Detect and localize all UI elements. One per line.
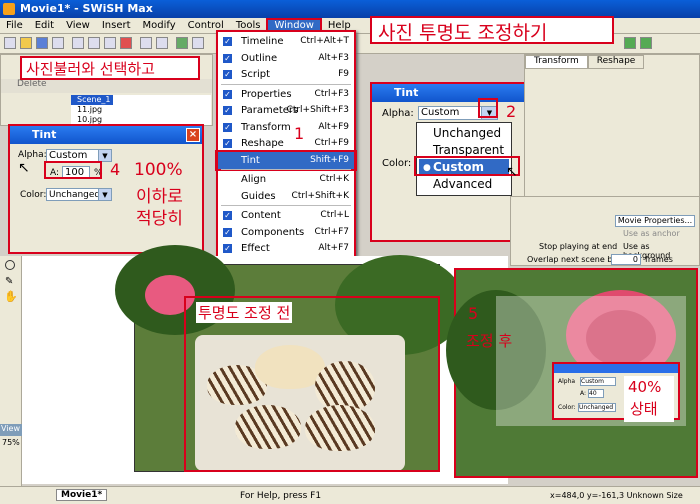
cut-icon[interactable] [72, 37, 84, 49]
tint-small-color-value: Unchanged [49, 190, 101, 200]
tint-large-alpha-value: Custom [421, 107, 460, 118]
print-icon[interactable] [52, 37, 64, 49]
custom-option-highlight [414, 156, 520, 176]
app-icon [3, 3, 15, 15]
tint-large-title: Tint [394, 86, 419, 99]
undo-icon[interactable] [140, 37, 152, 49]
save-icon[interactable] [36, 37, 48, 49]
mouse-cursor-icon: ↖ [506, 164, 518, 180]
outline-delete-label[interactable]: Delete [17, 79, 47, 89]
movie-properties-panel: Movie Properties... Use as anchor Stop p… [510, 196, 700, 266]
menu-modify[interactable]: Modify [137, 20, 182, 31]
play-icon[interactable] [176, 37, 188, 49]
step0-text: 사진불러와 선택하고 [26, 60, 155, 78]
status-help: For Help, press F1 [240, 491, 322, 501]
open-icon[interactable] [20, 37, 32, 49]
forty-label: 40% [628, 378, 662, 396]
delete-icon[interactable] [120, 37, 132, 49]
ellipse-tool-icon[interactable] [5, 260, 15, 270]
tab-transform[interactable]: Transform [525, 55, 588, 69]
movie-properties-button[interactable]: Movie Properties... [615, 215, 695, 227]
right-tabs: Transform Reshape [525, 55, 699, 69]
menu-edit[interactable]: Edit [29, 20, 60, 31]
step2-number: 2 [506, 102, 517, 121]
redo-icon[interactable] [156, 37, 168, 49]
chevron-down-icon[interactable]: ▼ [98, 189, 111, 200]
close-icon[interactable]: × [186, 128, 200, 142]
tint-small-title: Tint [32, 128, 57, 141]
tint-small-title-bar: Tint × [10, 126, 202, 144]
result-alpha-select[interactable]: Custom [580, 377, 616, 386]
result-a-label: A: [580, 390, 587, 397]
tab-reshape[interactable]: Reshape [587, 55, 645, 69]
export-icon[interactable] [624, 37, 636, 49]
before-label: 투명도 조정 전 [196, 302, 293, 323]
option-unchanged[interactable]: Unchanged [419, 125, 509, 142]
menu-view[interactable]: View [60, 20, 96, 31]
zoom-select[interactable]: 75% [2, 438, 20, 447]
tree-row-11jpg[interactable]: 11.jpg [71, 105, 211, 115]
tint-small-alpha-value: Custom [49, 150, 88, 161]
use-anchor-label[interactable]: Use as anchor [623, 229, 680, 238]
headline-text: 사진 투명도 조정하기 [378, 22, 548, 44]
paste-icon[interactable] [104, 37, 116, 49]
copy-icon[interactable] [88, 37, 100, 49]
result-a-input[interactable]: 40 [588, 389, 604, 398]
state-label: 상태 [630, 400, 658, 418]
pen-tool-icon[interactable]: ✎ [5, 276, 13, 287]
overlap-label: Overlap next scene by: [527, 255, 620, 264]
step1-number: 1 [294, 124, 305, 143]
result-color-label: Color: [558, 404, 576, 411]
step4-number: 4 [110, 160, 121, 179]
step5-number: 5 [468, 304, 479, 323]
scene-tab[interactable]: Movie1* [56, 489, 108, 501]
tint-large-alpha-label: Alpha: [382, 108, 414, 119]
option-advanced[interactable]: Advanced [419, 176, 509, 193]
preview-icon[interactable] [640, 37, 652, 49]
outline-tree: Scene_1 11.jpg 10.jpg [71, 95, 211, 125]
proper-note: 적당히 [136, 209, 183, 229]
app-title: Movie1* - SWiSH Max [20, 2, 153, 15]
result-title-bar [554, 364, 678, 373]
tint-small-alpha-label: Alpha: [18, 150, 47, 160]
tree-row-scene[interactable]: Scene_1 [71, 95, 113, 105]
tools-column: ✎ ✋ [0, 256, 22, 486]
result-alpha-label: Alpha [558, 378, 576, 385]
overlap-input[interactable]: 0 [611, 254, 641, 265]
tint-small-color-label: Color: [20, 190, 47, 200]
tint-small-color-select[interactable]: Unchanged ▼ [46, 188, 112, 201]
menu-file[interactable]: File [0, 20, 29, 31]
status-bar: Movie1* For Help, press F1 x=484,0 y=-16… [0, 486, 700, 504]
tint-large-color-label: Color: [382, 158, 412, 169]
new-icon[interactable] [4, 37, 16, 49]
stop-icon[interactable] [192, 37, 204, 49]
window-menu-highlight [216, 30, 356, 258]
menu-insert[interactable]: Insert [96, 20, 137, 31]
percent-note: 100% [134, 160, 183, 180]
mouse-cursor-icon: ↖ [18, 160, 30, 176]
dropdown-arrow-highlight [478, 98, 498, 118]
stop-playing-checkbox[interactable]: Stop playing at end [539, 242, 617, 251]
status-coords: x=484,0 y=-161,3 Unknown Size [550, 491, 683, 500]
result-color-select[interactable]: Unchanged [578, 403, 616, 412]
after-label: 조정 후 [466, 332, 513, 350]
hand-tool-icon[interactable]: ✋ [4, 290, 18, 303]
view-label: View [0, 424, 22, 436]
a-field-highlight [44, 161, 102, 179]
frames-label: frames [645, 255, 673, 264]
outline-toolbar: Delete [1, 79, 212, 93]
